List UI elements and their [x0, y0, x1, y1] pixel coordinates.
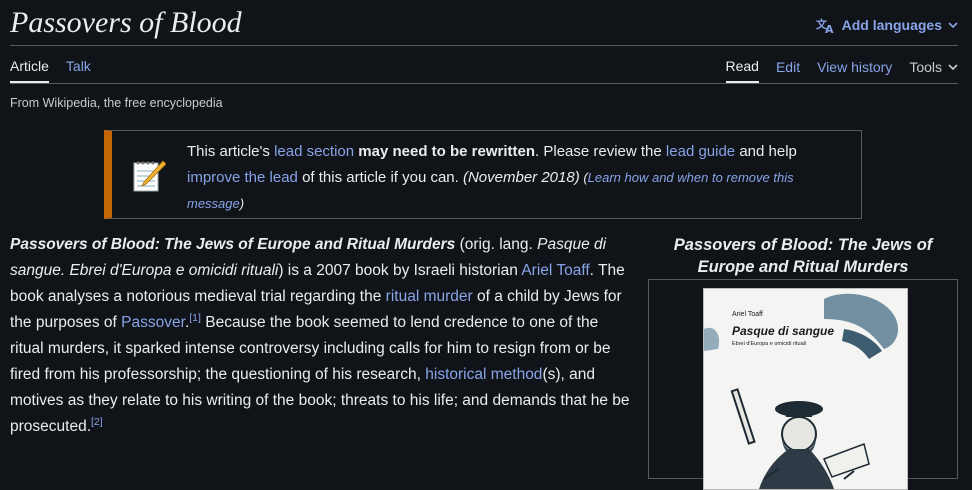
title-divider	[10, 45, 958, 46]
chevron-down-icon	[948, 64, 958, 71]
page-title: Passovers of Blood	[10, 6, 242, 39]
ariel-toaff-link[interactable]: Ariel Toaff	[521, 262, 589, 279]
cover-subtitle: Ebrei d'Europa e omicidi rituali	[732, 341, 807, 347]
lead-paragraph: Passovers of Blood: The Jews of Europe a…	[10, 232, 630, 440]
notice-emphasis: may need to be rewritten	[354, 143, 536, 160]
chevron-down-icon	[948, 22, 958, 29]
notice-text-part: )	[239, 196, 245, 211]
tab-article[interactable]: Article	[10, 58, 49, 83]
body-text: (orig. lang.	[455, 236, 538, 253]
improve-lead-link[interactable]: improve the lead	[187, 169, 298, 186]
infobox: Ariel Toaff Pasque di sangue Ebrei d'Eur…	[648, 279, 958, 490]
svg-text:A: A	[825, 23, 834, 34]
ritual-murder-link[interactable]: ritual murder	[386, 288, 473, 305]
view-tabs: Read Edit View history Tools	[725, 58, 959, 83]
add-languages-label: Add languages	[841, 17, 942, 33]
cover-title: Pasque di sangue	[732, 324, 835, 338]
tab-read[interactable]: Read	[725, 58, 759, 83]
passover-link[interactable]: Passover	[121, 314, 185, 331]
namespace-tabs: Article Talk	[10, 58, 91, 83]
tab-edit[interactable]: Edit	[776, 59, 800, 82]
tab-view-history[interactable]: View history	[817, 59, 892, 82]
notice-text-part: and help	[735, 143, 797, 160]
tabs-divider	[10, 83, 958, 84]
cover-illustration	[704, 293, 899, 489]
notice-text-part: This article's	[187, 143, 275, 160]
notice-text-part: . Please review the	[535, 143, 666, 160]
body-text: ) is a 2007 book by Israeli historian	[278, 262, 522, 279]
language-icon: 文 A	[816, 17, 834, 34]
lead-section-link[interactable]: lead section	[274, 143, 354, 160]
tools-label: Tools	[909, 59, 942, 75]
cover-author: Ariel Toaff	[732, 311, 763, 318]
notepad-pencil-icon	[133, 160, 166, 192]
tab-talk[interactable]: Talk	[66, 58, 91, 83]
notice-text-part: of this article if you can.	[297, 169, 463, 186]
lead-guide-link[interactable]: lead guide	[666, 143, 735, 160]
add-languages-button[interactable]: 文 A Add languages	[816, 16, 958, 34]
notice-text-part: (	[579, 170, 588, 185]
notice-text: This article's lead section may need to …	[187, 139, 847, 217]
lead-rewrite-notice: This article's lead section may need to …	[104, 130, 862, 219]
article-subject: Passovers of Blood: The Jews of Europe a…	[10, 236, 456, 253]
reference-2-link[interactable]: [2]	[91, 416, 103, 428]
infobox-title: Passovers of Blood: The Jews of Europe a…	[673, 236, 933, 276]
notice-date: (November 2018)	[462, 169, 580, 186]
site-tagline: From Wikipedia, the free encyclopedia	[10, 96, 223, 110]
tools-menu[interactable]: Tools	[909, 59, 958, 82]
reference-1-link[interactable]: [1]	[189, 312, 201, 324]
historical-method-link[interactable]: historical method	[425, 366, 542, 383]
